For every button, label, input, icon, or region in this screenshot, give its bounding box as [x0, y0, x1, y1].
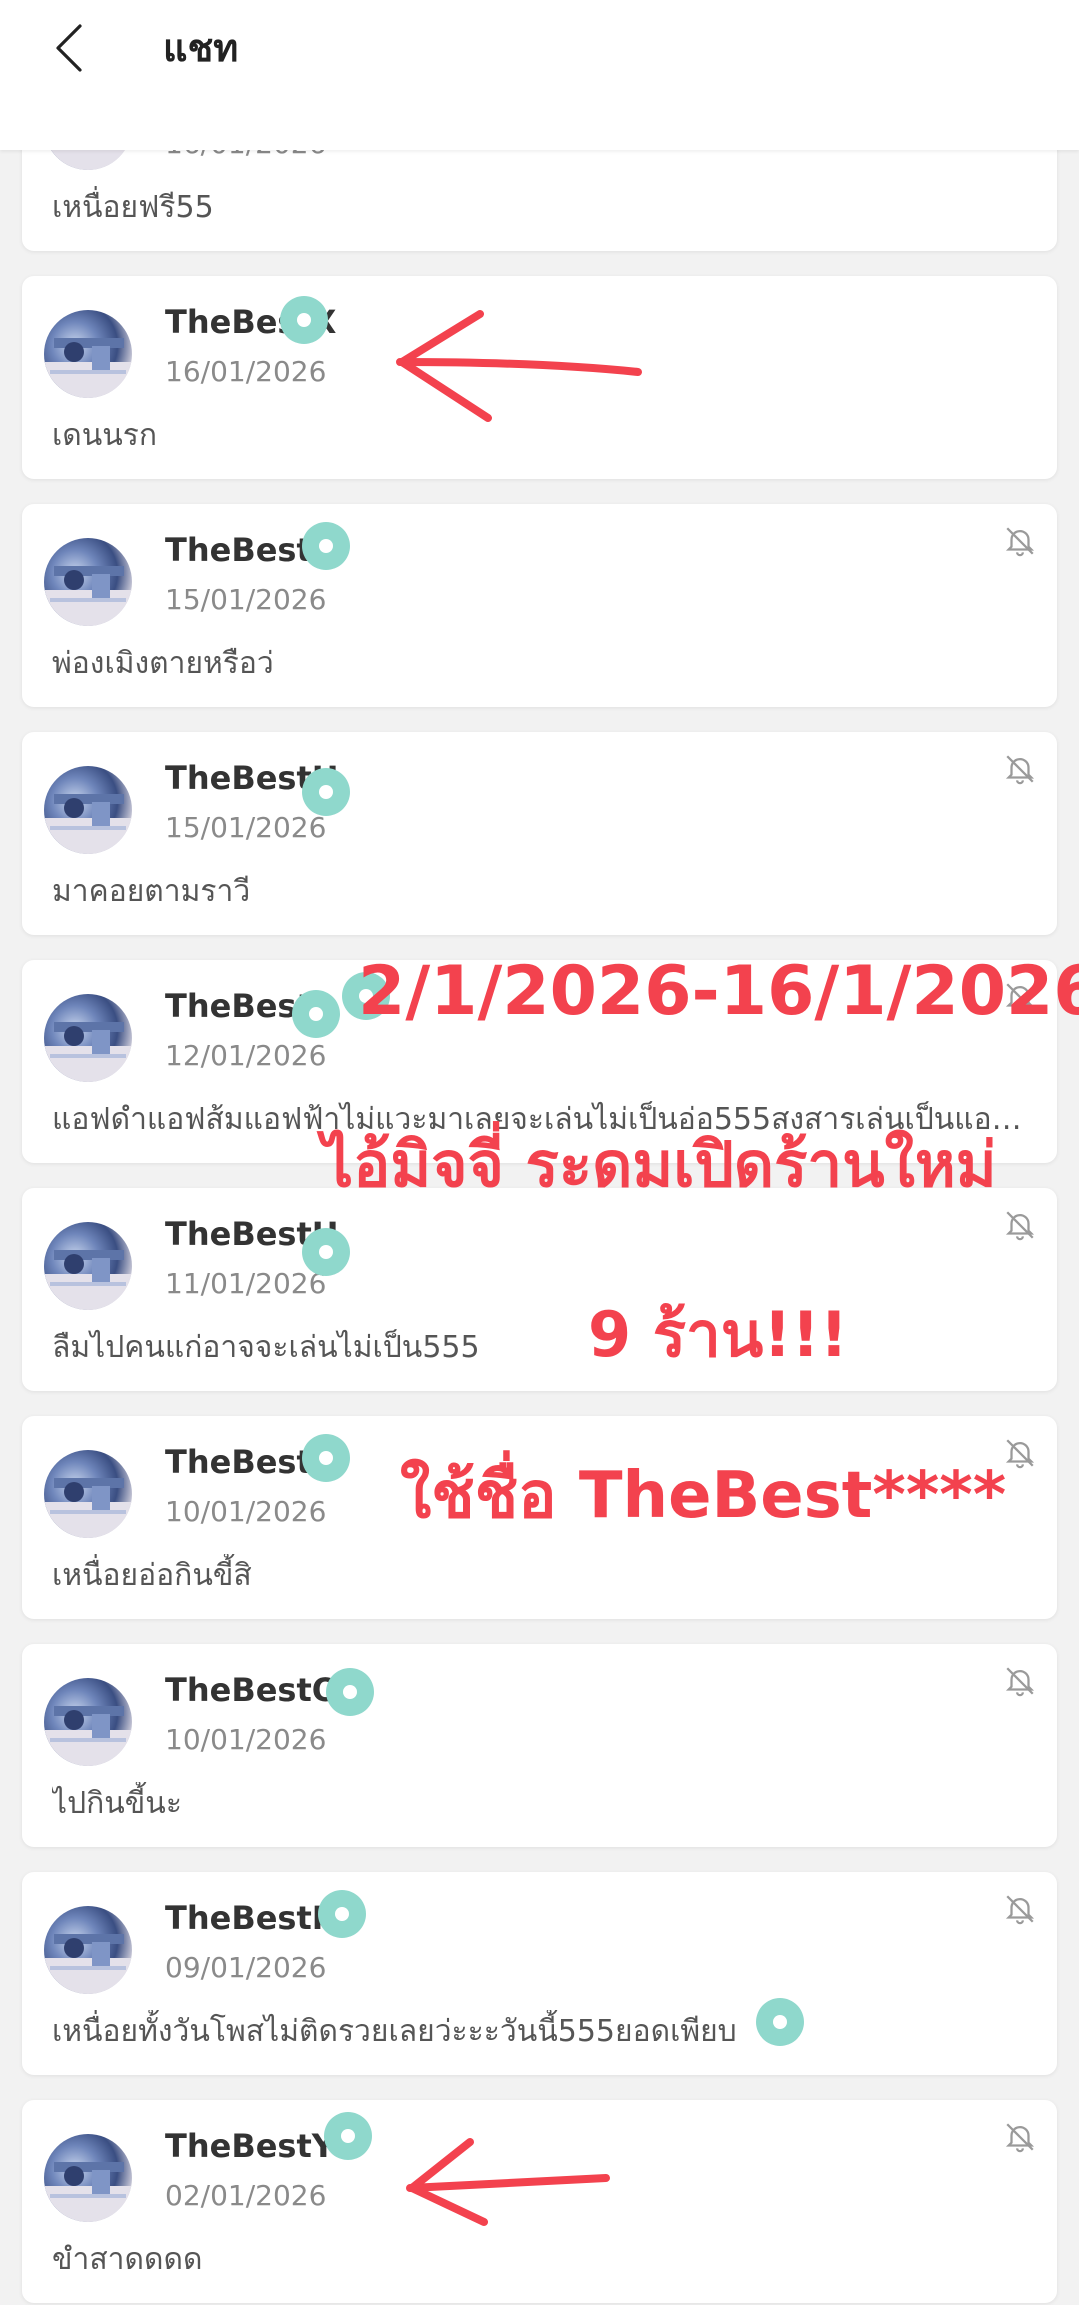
redaction-sticker-icon — [302, 1228, 350, 1276]
avatar — [44, 1906, 132, 1994]
chat-name: TheBestI — [165, 1443, 324, 1481]
bell-muted-icon[interactable] — [1003, 1436, 1037, 1470]
chat-date: 16/01/2026 — [165, 355, 327, 388]
chat-date: 12/01/2026 — [165, 1039, 327, 1072]
chat-last-message: เหนื่อยทั้งวันโพสไม่ติดรวยเลยว่ะะะวันนี้… — [52, 2014, 737, 2049]
chat-date: 11/01/2026 — [165, 1267, 327, 1300]
bell-muted-icon[interactable] — [1003, 2120, 1037, 2154]
chat-name: TheBest — [165, 987, 312, 1025]
red-arrow-icon — [396, 310, 642, 422]
red-arrow-icon — [406, 2138, 610, 2226]
annotation-line4: ใช้ชื่อ TheBest**** — [400, 1459, 1007, 1533]
back-arrow-icon[interactable] — [48, 22, 92, 74]
chat-last-message: ไปกินขี้นะ — [52, 1786, 182, 1821]
chat-item[interactable]: TheBestO 10/01/2026 ไปกินขี้นะ — [22, 1644, 1057, 1847]
redaction-sticker-icon — [292, 990, 340, 1038]
bell-muted-icon[interactable] — [1003, 524, 1037, 558]
avatar — [44, 994, 132, 1082]
chat-item[interactable]: TheBestH 15/01/2026 มาคอยตามราวี — [22, 732, 1057, 935]
redaction-sticker-icon — [302, 1434, 350, 1482]
redaction-sticker-icon — [318, 1890, 366, 1938]
chat-last-message: มาคอยตามราวี — [52, 874, 251, 909]
bell-muted-icon[interactable] — [1003, 752, 1037, 786]
chat-name: TheBestY — [165, 2127, 335, 2165]
chat-item[interactable]: TheBestM 09/01/2026 เหนื่อยทั้งวันโพสไม่… — [22, 1872, 1057, 2075]
redaction-sticker-icon — [302, 522, 350, 570]
chat-last-message: เหนื่อยฟรี55 — [52, 190, 214, 225]
avatar — [44, 2134, 132, 2222]
avatar — [44, 1222, 132, 1310]
chat-last-message: ลืมไปคนแก่อาจจะเล่นไม่เป็น555 — [52, 1330, 480, 1365]
avatar — [44, 310, 132, 398]
avatar — [44, 1450, 132, 1538]
annotation-date-range: 2/1/2026-16/1/2026 — [358, 952, 1079, 1031]
redaction-sticker-icon — [280, 296, 328, 344]
bell-muted-icon[interactable] — [1003, 1664, 1037, 1698]
chat-date: 10/01/2026 — [165, 1495, 327, 1528]
chat-item[interactable]: TheBestY 15/01/2026 พ่องเมิงตายหรือว่ — [22, 504, 1057, 707]
chat-date: 02/01/2026 — [165, 2179, 327, 2212]
avatar — [44, 1678, 132, 1766]
bell-muted-icon[interactable] — [1003, 1892, 1037, 1926]
redaction-sticker-icon — [302, 768, 350, 816]
chat-date: 15/01/2026 — [165, 811, 327, 844]
chat-date: 10/01/2026 — [165, 1723, 327, 1756]
chat-last-message: พ่องเมิงตายหรือว่ — [52, 646, 274, 681]
chat-last-message: เหนื่อยอ่อกินขี้สิ — [52, 1558, 252, 1593]
chat-item[interactable]: TheBestH 11/01/2026 ลืมไปคนแก่อาจจะเล่นไ… — [22, 1188, 1057, 1391]
annotation-line3: 9 ร้าน!!! — [588, 1298, 849, 1371]
page-title: แชท — [163, 26, 239, 70]
avatar — [44, 766, 132, 854]
redaction-sticker-icon — [324, 2112, 372, 2160]
redaction-sticker-icon — [756, 1998, 804, 2046]
annotation-line2: ไอ้มิจจี่ ระดมเปิดร้านใหม่ — [322, 1128, 997, 1201]
chat-name: TheBestO — [165, 1671, 339, 1709]
chat-date: 09/01/2026 — [165, 1951, 327, 1984]
chat-date: 15/01/2026 — [165, 583, 327, 616]
app-header: แชท — [0, 0, 1079, 150]
chat-name: TheBestM — [165, 1899, 344, 1937]
redaction-sticker-icon — [326, 1668, 374, 1716]
bell-muted-icon[interactable] — [1003, 1208, 1037, 1242]
avatar — [44, 538, 132, 626]
chat-last-message: ขำสาดดดด — [52, 2242, 203, 2277]
